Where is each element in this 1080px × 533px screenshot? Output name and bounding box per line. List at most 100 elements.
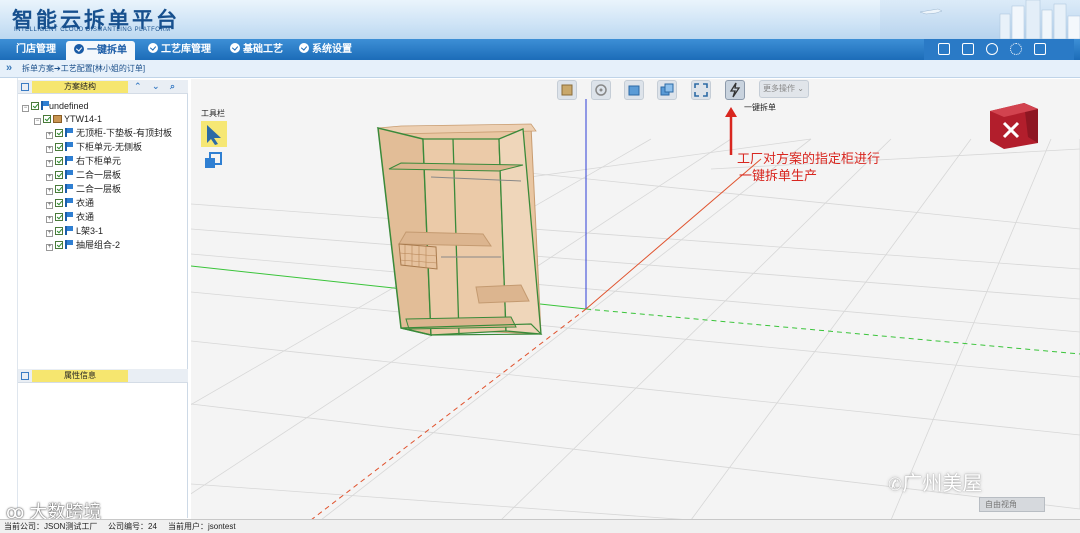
flag-icon [65, 240, 73, 249]
nav-label: 基础工艺 [243, 44, 283, 55]
select-tool[interactable] [201, 121, 227, 147]
checkbox[interactable] [43, 115, 51, 123]
checkbox[interactable] [55, 143, 63, 151]
collapse-all-icon[interactable]: ⌃ [134, 81, 142, 92]
check-circle-icon [74, 44, 84, 54]
annotation-line-1: 工厂对方案的指定柜进行 [737, 151, 881, 166]
copy-button[interactable] [657, 80, 677, 100]
search-icon[interactable]: ⌕ [170, 81, 175, 92]
tree-node-child[interactable]: + 无顶柜-下垫板-有顶封板 [46, 127, 172, 140]
tree-node-child[interactable]: + 二合一层板 [46, 169, 121, 182]
wechat-watermark-text: 广州美屋 [902, 471, 983, 495]
tree-node-label: 衣通 [76, 198, 95, 208]
toggle-icon[interactable]: + [46, 146, 53, 153]
one-key-split-button[interactable] [725, 80, 745, 100]
fullscreen-button[interactable] [691, 80, 711, 100]
cube-view-button[interactable] [624, 80, 644, 100]
attributes-panel-title: 属性信息 [32, 370, 128, 382]
expand-arrows-icon[interactable]: » [6, 62, 12, 74]
annotation-text: 工厂对方案的指定柜进行 一键拆单生产 [737, 150, 917, 184]
checkbox[interactable] [55, 185, 63, 193]
wardrobe-model[interactable] [376, 123, 543, 336]
cube-icon [628, 85, 640, 96]
tree-node-label: L架3-1 [76, 226, 104, 236]
logout-icon[interactable] [1034, 43, 1046, 55]
layers-icon [205, 152, 222, 168]
checkbox[interactable] [55, 157, 63, 165]
view-cube[interactable] [988, 99, 1040, 151]
tree-node-root[interactable]: − undefined [22, 100, 89, 113]
nav-system-settings[interactable]: 系统设置 [291, 39, 360, 60]
checkbox[interactable] [55, 129, 63, 137]
tree-node-child[interactable]: + 衣通 [46, 211, 94, 224]
toggle-icon[interactable]: + [46, 188, 53, 195]
gear-circle-icon [230, 43, 240, 53]
tree-node-child[interactable]: + L架3-1 [46, 225, 103, 238]
checkbox[interactable] [31, 102, 39, 110]
target-button[interactable] [591, 80, 611, 100]
flag-icon [65, 212, 73, 221]
current-company: 当前公司：JSON测试工厂 [4, 522, 98, 531]
tree-node-label: 衣通 [76, 212, 95, 222]
flag-icon [65, 170, 73, 179]
one-key-split-label: 一键拆单 [744, 103, 776, 112]
users-icon[interactable] [986, 43, 998, 55]
toggle-icon[interactable]: + [46, 174, 53, 181]
toggle-icon[interactable]: − [22, 105, 29, 112]
header-tool-icons [924, 39, 1074, 60]
wechat-icon: ✆ [888, 475, 903, 495]
tree-node-label: 下柜单元-无侧板 [76, 142, 142, 152]
annotation-line-2: 一键拆单生产 [739, 168, 818, 183]
tree-node-child[interactable]: + 下柜单元-无侧板 [46, 141, 142, 154]
settings-icon[interactable] [1010, 43, 1022, 55]
collapse-strip[interactable] [0, 78, 18, 518]
cursor-arrow-icon [207, 125, 221, 145]
toggle-icon[interactable]: + [46, 216, 53, 223]
flag-icon [65, 128, 73, 137]
tree-node-child[interactable]: + 右下柜单元 [46, 155, 121, 168]
app-header: 智能云拆单平台 INTELLIGENT CLOUD DISMANTLING PL… [0, 0, 1080, 39]
tree-node-child[interactable]: + 二合一层板 [46, 183, 121, 196]
nav-store-management[interactable]: 门店管理 [8, 39, 64, 60]
axis-z-negative [310, 308, 587, 520]
nav-process-library[interactable]: 工艺库管理 [140, 39, 219, 60]
check-circle-icon [148, 43, 158, 53]
free-view-button[interactable]: 自由视角 [979, 497, 1045, 512]
info-icon [21, 372, 29, 380]
calculator-icon[interactable] [962, 43, 974, 55]
toggle-icon[interactable]: + [46, 230, 53, 237]
checkbox[interactable] [55, 227, 63, 235]
checkbox[interactable] [55, 241, 63, 249]
breadcrumb[interactable]: 拆单方案➔工艺配置[林小姐的订单] [22, 63, 145, 74]
save-button[interactable] [557, 80, 577, 100]
city-skyline-decoration [880, 0, 1080, 39]
layers-tool[interactable] [203, 151, 225, 171]
company-number: 公司编号：24 [108, 522, 157, 531]
3d-viewport[interactable]: 更多操作 ⌄ 一键拆单 工厂对方案的指定柜进行 一键拆单生产 工具栏 ✆广州美屋… [191, 79, 1080, 520]
floor-grid [191, 138, 1080, 520]
tree-node-child[interactable]: + 抽屉组合-2 [46, 239, 120, 252]
cabinet-icon [53, 115, 62, 123]
toggle-icon[interactable]: + [46, 160, 53, 167]
checkbox[interactable] [55, 199, 63, 207]
list-icon [21, 83, 29, 91]
structure-panel-header: 方案结构 ⌃ ⌄ ⌕ [18, 80, 188, 94]
gear-circle-icon [299, 43, 309, 53]
toggle-icon[interactable]: − [34, 118, 41, 125]
toggle-icon[interactable]: + [46, 132, 53, 139]
chevron-down-icon: ⌄ [797, 84, 804, 93]
checkbox[interactable] [55, 213, 63, 221]
tree-node-model[interactable]: − YTW14-1 [34, 113, 102, 126]
checkbox[interactable] [55, 171, 63, 179]
home-icon[interactable] [938, 43, 950, 55]
nav-basic-process[interactable]: 基础工艺 [222, 39, 291, 60]
toggle-icon[interactable]: + [46, 202, 53, 209]
nav-one-key-split[interactable]: 一键拆单 [66, 41, 135, 60]
expand-all-icon[interactable]: ⌄ [152, 81, 160, 92]
toggle-icon[interactable]: + [46, 244, 53, 251]
more-operations-dropdown[interactable]: 更多操作 ⌄ [759, 80, 809, 98]
breadcrumb-bar: » 拆单方案➔工艺配置[林小姐的订单] [0, 60, 1080, 78]
axis-x-negative [585, 308, 1080, 355]
tree-node-child[interactable]: + 衣通 [46, 197, 94, 210]
flag-icon [65, 198, 73, 207]
